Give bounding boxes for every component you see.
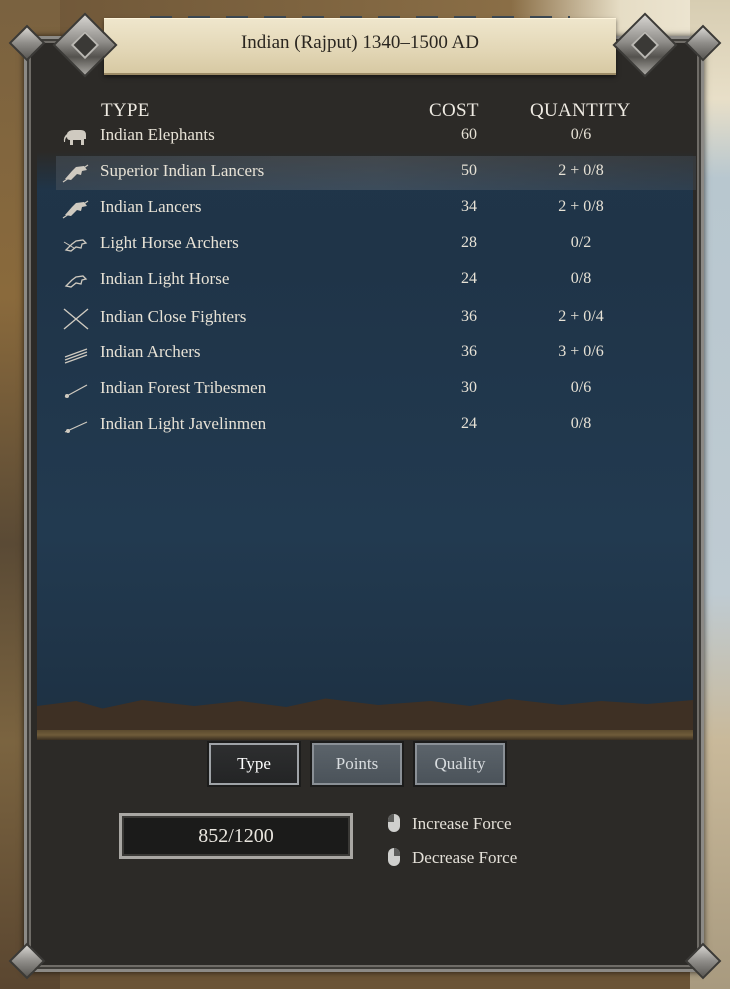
javelin-icon xyxy=(62,415,90,437)
unit-row[interactable]: Indian Forest Tribesmen 30 0/6 xyxy=(56,373,696,407)
unit-quantity: 2 + 0/4 xyxy=(558,308,604,325)
unit-quantity: 3 + 0/6 xyxy=(558,343,604,360)
unit-cost: 50 xyxy=(461,162,477,179)
elephant-icon xyxy=(62,126,90,148)
unit-name: Light Horse Archers xyxy=(100,233,239,252)
unit-row[interactable]: Indian Light Javelinmen 24 0/8 xyxy=(56,409,696,443)
army-points-display: 852/1200 xyxy=(119,813,353,859)
unit-quantity: 2 + 0/8 xyxy=(558,162,604,179)
horse-archer-icon xyxy=(62,234,90,256)
panel-divider xyxy=(37,730,693,740)
unit-cost: 60 xyxy=(461,126,477,143)
unit-cost: 30 xyxy=(461,379,477,396)
sort-type-button[interactable]: Type xyxy=(207,741,301,787)
unit-quantity: 0/8 xyxy=(570,415,592,432)
unit-cost: 34 xyxy=(461,198,477,215)
header-quantity[interactable]: QUANTITY xyxy=(530,100,631,122)
header-cost[interactable]: COST xyxy=(429,100,479,122)
unit-name: Indian Light Javelinmen xyxy=(100,414,267,433)
unit-quantity: 0/6 xyxy=(570,379,592,396)
army-title: Indian (Rajput) 1340–1500 AD xyxy=(240,32,479,53)
unit-cost: 24 xyxy=(461,415,477,432)
unit-name: Indian Archers xyxy=(100,342,201,361)
crossed-swords-icon xyxy=(62,308,90,330)
sort-points-button[interactable]: Points xyxy=(310,741,404,787)
decrease-force-hint: Decrease Force xyxy=(412,848,518,867)
right-mouse-icon xyxy=(388,848,400,866)
unit-quantity: 2 + 0/8 xyxy=(558,198,604,215)
unit-row[interactable]: Indian Lancers 34 2 + 0/8 xyxy=(56,192,696,226)
increase-force-hint: Increase Force xyxy=(412,814,512,833)
unit-quantity: 0/6 xyxy=(570,126,592,143)
lancer-icon xyxy=(62,198,90,220)
unit-row[interactable]: Indian Close Fighters 36 2 + 0/4 xyxy=(56,302,696,336)
unit-cost: 24 xyxy=(461,270,477,287)
unit-cost: 36 xyxy=(461,308,477,325)
header-type[interactable]: TYPE xyxy=(101,100,150,122)
unit-name: Indian Light Horse xyxy=(100,269,230,288)
arrows-icon xyxy=(62,343,90,365)
left-mouse-icon xyxy=(388,814,400,832)
unit-row[interactable]: Light Horse Archers 28 0/2 xyxy=(56,228,696,262)
unit-name: Superior Indian Lancers xyxy=(100,161,265,180)
unit-name: Indian Close Fighters xyxy=(100,307,247,326)
terrain-silhouette xyxy=(37,698,693,736)
unit-row[interactable]: Indian Archers 36 3 + 0/6 xyxy=(56,337,696,371)
lancer-icon xyxy=(62,162,90,184)
unit-quantity: 0/2 xyxy=(570,234,592,251)
unit-quantity: 0/8 xyxy=(570,270,592,287)
unit-row[interactable]: Superior Indian Lancers 50 2 + 0/8 xyxy=(56,156,696,190)
unit-name: Indian Forest Tribesmen xyxy=(100,378,267,397)
unit-name: Indian Lancers xyxy=(100,197,202,216)
unit-row[interactable]: Indian Elephants 60 0/6 xyxy=(56,120,696,154)
unit-name: Indian Elephants xyxy=(100,125,215,144)
spear-icon xyxy=(62,379,90,401)
unit-cost: 36 xyxy=(461,343,477,360)
unit-row[interactable]: Indian Light Horse 24 0/8 xyxy=(56,264,696,298)
sort-quality-button[interactable]: Quality xyxy=(413,741,507,787)
unit-cost: 28 xyxy=(461,234,477,251)
light-horse-icon xyxy=(62,270,90,292)
